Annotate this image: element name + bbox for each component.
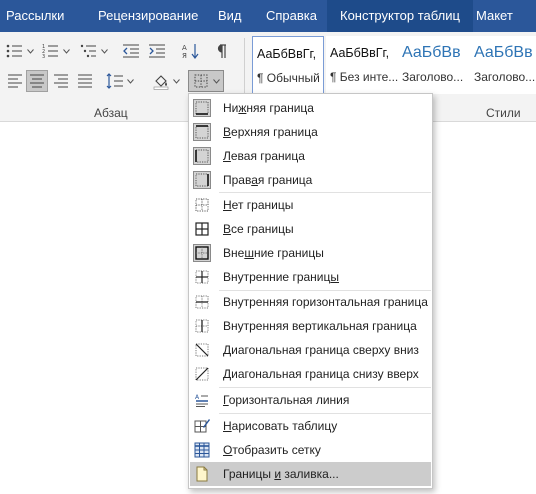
style-sample: АаБбВвГг, [257, 47, 317, 61]
chevron-down-icon[interactable] [172, 70, 180, 92]
tab-layout[interactable]: Макет [472, 0, 517, 32]
menu-item-label: Верхняя граница [223, 125, 318, 139]
multilevel-list-icon[interactable] [78, 40, 100, 62]
style-heading-2[interactable]: АаБбВв Заголово... [470, 36, 536, 94]
chevron-down-icon[interactable] [62, 40, 70, 62]
menu-item-label: Левая граница [223, 149, 305, 163]
menu-item-label: Внутренняя вертикальная граница [223, 319, 417, 333]
align-right-icon[interactable] [50, 70, 72, 92]
style-heading-1[interactable]: АаБбВв Заголово... [398, 36, 470, 94]
menu-item-label: Горизонтальная линия [223, 393, 350, 407]
menu-item-label: Внутренняя горизонтальная граница [223, 295, 428, 309]
tab-help[interactable]: Справка [262, 0, 321, 32]
style-name: ¶ Без инте... [330, 70, 398, 84]
menu-item-label: Правая граница [223, 173, 313, 187]
line-spacing-icon[interactable] [104, 70, 126, 92]
ribbon-tab-bar: Рассылки Рецензирование Вид Справка Конс… [0, 0, 536, 32]
style-sample: АаБбВвГг, [330, 46, 390, 60]
chevron-down-icon[interactable] [126, 70, 134, 92]
svg-text:A: A [195, 394, 200, 401]
menu-item-no-border[interactable]: Нет границы [190, 193, 431, 217]
menu-item-label: Диагональная граница снизу вверх [223, 367, 419, 381]
top-border-icon [193, 123, 211, 141]
all-borders-icon [193, 220, 211, 238]
svg-text:A: A [182, 44, 187, 52]
menu-item-inside-borders[interactable]: Внутренние границы [190, 265, 431, 289]
inside-vertical-border-icon [193, 317, 211, 335]
menu-item-horizontal-line[interactable]: A Горизонтальная линия [190, 388, 431, 412]
borders-button[interactable] [188, 70, 224, 92]
diagonal-down-border-icon [193, 341, 211, 359]
menu-item-label: Отобразить сетку [223, 443, 321, 457]
style-normal[interactable]: АаБбВвГг, ¶ Обычный [252, 36, 324, 94]
right-border-icon [193, 171, 211, 189]
shading-icon[interactable] [150, 70, 172, 92]
show-formatting-marks-icon[interactable] [210, 40, 232, 62]
menu-item-label: Внутренние границы [223, 270, 339, 284]
menu-item-label: Нижняя граница [223, 101, 314, 115]
sort-icon[interactable]: AЯ [180, 40, 202, 62]
no-border-icon [193, 196, 211, 214]
horizontal-line-icon: A [193, 391, 211, 409]
decrease-indent-icon[interactable] [120, 40, 142, 62]
chevron-down-icon[interactable] [26, 40, 34, 62]
chevron-down-icon[interactable] [100, 40, 108, 62]
styles-group-label: Стили [486, 106, 521, 120]
menu-item-borders-and-shading[interactable]: Границы и заливка... [190, 462, 431, 486]
style-name: Заголово... [402, 70, 464, 84]
justify-icon[interactable] [74, 70, 96, 92]
view-gridlines-icon [193, 441, 211, 459]
menu-item-label: Внешние границы [223, 246, 324, 260]
borders-dropdown-menu: Нижняя граница Верхняя граница Левая гра… [188, 93, 433, 489]
menu-item-draw-table[interactable]: Нарисовать таблицу [190, 414, 431, 438]
draw-table-icon [193, 417, 211, 435]
menu-item-right-border[interactable]: Правая граница [190, 168, 431, 192]
menu-item-top-border[interactable]: Верхняя граница [190, 120, 431, 144]
paragraph-group-label: Абзац [94, 106, 128, 120]
menu-item-label: Нарисовать таблицу [223, 419, 338, 433]
menu-item-diagonal-up-border[interactable]: Диагональная граница снизу вверх [190, 362, 431, 386]
menu-item-diagonal-down-border[interactable]: Диагональная граница сверху вниз [190, 338, 431, 362]
style-no-spacing[interactable]: АаБбВвГг, ¶ Без инте... [326, 36, 398, 94]
menu-item-left-border[interactable]: Левая граница [190, 144, 431, 168]
style-name: Заголово... [474, 70, 536, 84]
menu-item-label: Все границы [223, 222, 294, 236]
style-sample: АаБбВв [402, 44, 461, 61]
align-left-icon[interactable] [4, 70, 26, 92]
menu-item-outside-borders[interactable]: Внешние границы [190, 241, 431, 265]
increase-indent-icon[interactable] [146, 40, 168, 62]
diagonal-up-border-icon [193, 365, 211, 383]
menu-item-label: Диагональная граница сверху вниз [223, 343, 419, 357]
svg-text:3: 3 [42, 54, 45, 59]
menu-item-inside-horizontal-border[interactable]: Внутренняя горизонтальная граница [190, 290, 431, 314]
style-sample: АаБбВв [474, 44, 533, 61]
numbering-icon[interactable]: 123 [40, 40, 62, 62]
inside-horizontal-border-icon [193, 293, 211, 311]
tab-view[interactable]: Вид [214, 0, 246, 32]
menu-item-bottom-border[interactable]: Нижняя граница [190, 96, 431, 120]
inside-borders-icon [193, 268, 211, 286]
menu-item-all-borders[interactable]: Все границы [190, 217, 431, 241]
align-center-icon[interactable] [26, 70, 48, 92]
tab-review[interactable]: Рецензирование [94, 0, 202, 32]
outside-borders-icon [193, 244, 211, 262]
tab-table-design[interactable]: Конструктор таблиц [327, 0, 473, 32]
style-name: ¶ Обычный [257, 71, 320, 85]
svg-text:Я: Я [182, 52, 187, 60]
menu-item-label: Нет границы [223, 198, 294, 212]
menu-item-inside-vertical-border[interactable]: Внутренняя вертикальная граница [190, 314, 431, 338]
borders-and-shading-icon [193, 465, 211, 483]
bottom-border-icon [193, 99, 211, 117]
tab-mailings[interactable]: Рассылки [2, 0, 68, 32]
bullets-icon[interactable] [4, 40, 26, 62]
menu-item-view-gridlines[interactable]: Отобразить сетку [190, 438, 431, 462]
chevron-down-icon [212, 78, 220, 84]
left-border-icon [193, 147, 211, 165]
menu-item-label: Границы и заливка... [223, 467, 339, 481]
